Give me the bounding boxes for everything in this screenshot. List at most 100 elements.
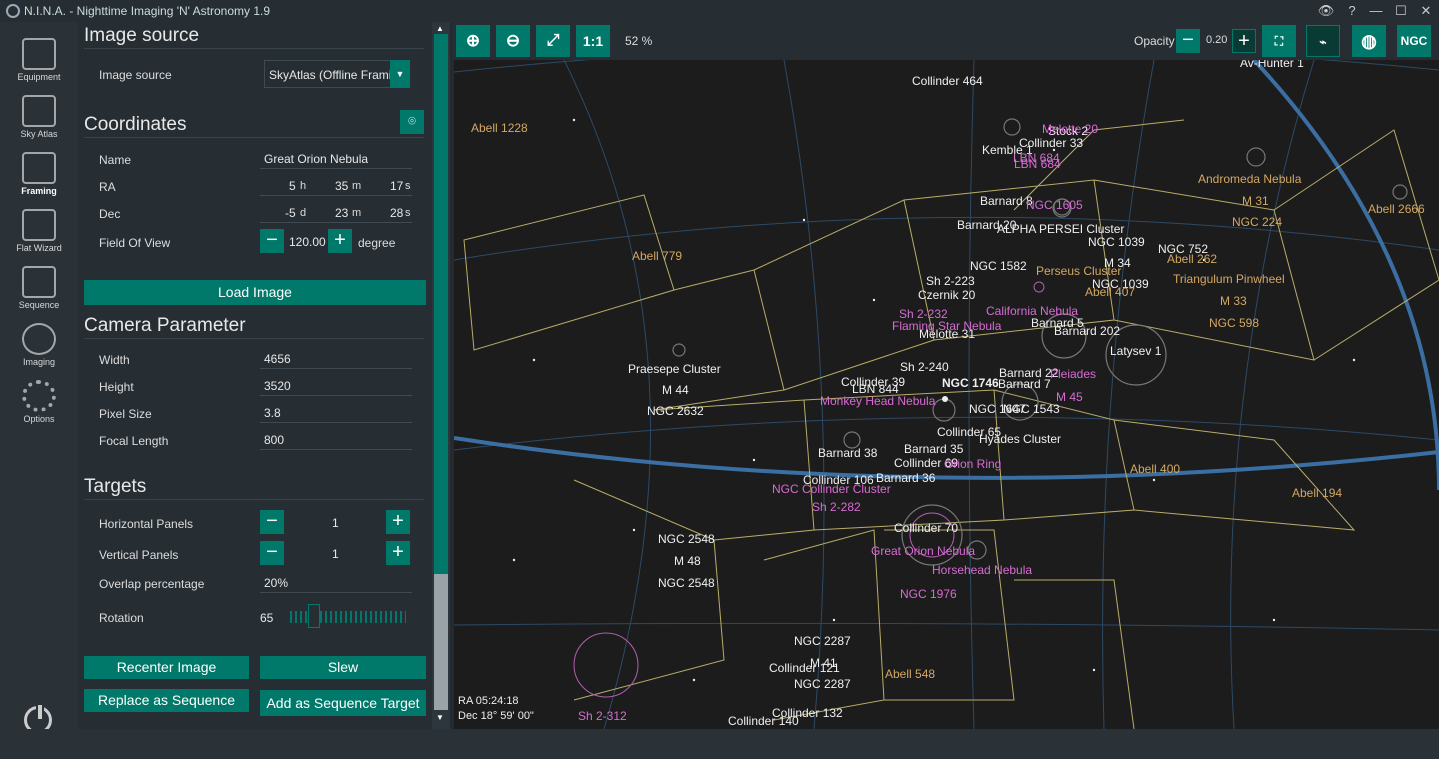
sky-label[interactable]: Collinder 140 <box>728 714 799 728</box>
height-field[interactable]: 3520 <box>264 379 291 393</box>
sky-label[interactable]: Flaming Star Nebula <box>892 319 1001 333</box>
sky-label[interactable]: Andromeda Nebula <box>1198 172 1301 186</box>
constellation-lines-icon[interactable]: ⌁ <box>1306 25 1340 57</box>
sky-label[interactable]: NGC 2287 <box>794 634 851 648</box>
add-as-sequence-target-button[interactable]: Add as Sequence Target <box>260 690 426 716</box>
sky-label[interactable]: ALPHA PERSEI Cluster <box>997 222 1124 236</box>
sky-label[interactable]: NGC 1605 <box>1026 198 1083 212</box>
sky-label[interactable]: Melotte 20 <box>1042 122 1098 136</box>
width-field[interactable]: 4656 <box>264 352 291 366</box>
sky-label[interactable]: LBN 684 <box>1014 157 1061 171</box>
sky-label[interactable]: Barnard 35 <box>904 442 963 456</box>
slew-button[interactable]: Slew <box>260 656 426 679</box>
constellation-boundary-icon[interactable]: ⛶ <box>1262 25 1296 57</box>
vpanels-decrease-button[interactable]: − <box>260 541 284 565</box>
maximize-button[interactable]: ☐ <box>1390 2 1412 20</box>
sky-label[interactable]: M 48 <box>674 554 701 568</box>
sky-label[interactable]: Barnard 202 <box>1054 324 1120 338</box>
dec-minutes-field[interactable]: 23 <box>335 206 348 220</box>
sky-label[interactable]: NGC 2287 <box>794 677 851 691</box>
sky-label[interactable]: NGC 598 <box>1209 316 1259 330</box>
opacity-decrease-button[interactable]: − <box>1176 29 1200 53</box>
chevron-down-icon[interactable]: ▼ <box>390 60 410 88</box>
sky-label[interactable]: Latysev 1 <box>1110 344 1161 358</box>
overlap-field[interactable]: 20% <box>264 576 288 590</box>
hpanels-field[interactable]: 1 <box>332 516 339 530</box>
sky-label[interactable]: Sh 2-312 <box>578 709 627 723</box>
ra-seconds-field[interactable]: 17 <box>390 179 403 193</box>
sky-label[interactable]: NGC 1039 <box>1088 235 1145 249</box>
sky-label[interactable]: NGC 2548 <box>658 576 715 590</box>
sky-label[interactable]: Barnard 8 <box>980 194 1033 208</box>
sky-label[interactable]: Abell 194 <box>1292 486 1342 500</box>
sidebar-item-flat-wizard[interactable]: Flat Wizard <box>0 207 78 263</box>
close-button[interactable]: ✕ <box>1415 2 1437 20</box>
dec-degrees-field[interactable]: -5 <box>285 206 296 220</box>
fov-increase-button[interactable]: + <box>328 229 352 253</box>
scroll-down-icon[interactable]: ▼ <box>436 713 444 722</box>
replace-as-sequence-button[interactable]: Replace as Sequence <box>84 689 249 712</box>
dec-seconds-field[interactable]: 28 <box>390 206 403 220</box>
image-source-select[interactable]: SkyAtlas (Offline Framing) <box>264 60 410 88</box>
sky-label[interactable]: M 44 <box>662 383 689 397</box>
sky-label[interactable]: Abell 262 <box>1167 252 1217 266</box>
sidebar-item-equipment[interactable]: Equipment <box>0 36 78 92</box>
ra-minutes-field[interactable]: 35 <box>335 179 348 193</box>
fit-icon[interactable]: ⤢ <box>536 25 570 57</box>
sky-label[interactable]: Av-Hunter 1 <box>1240 60 1304 70</box>
fov-decrease-button[interactable]: − <box>260 229 284 253</box>
sky-label[interactable]: Horsehead Nebula <box>932 563 1032 577</box>
sky-label[interactable]: NGC 1746 <box>942 376 999 390</box>
sky-label[interactable]: Pleiades <box>1050 367 1096 381</box>
one-to-one-button[interactable]: 1:1 <box>576 25 610 57</box>
pixel-size-field[interactable]: 3.8 <box>264 406 281 420</box>
sky-label[interactable]: Monkey Head Nebula <box>820 394 935 408</box>
sky-label[interactable]: Praesepe Cluster <box>628 362 721 376</box>
sky-label[interactable]: NGC 1543 <box>1003 402 1060 416</box>
help-button[interactable]: ? <box>1341 2 1363 20</box>
minimize-button[interactable]: — <box>1365 2 1387 20</box>
sky-label[interactable]: NGC 2632 <box>647 404 704 418</box>
eye-icon[interactable]: 👁 <box>1315 2 1337 20</box>
sky-label[interactable]: Great Orion Nebula <box>871 544 975 558</box>
sidebar-item-imaging[interactable]: Imaging <box>0 321 78 377</box>
scroll-up-icon[interactable]: ▲ <box>436 24 444 33</box>
opacity-field[interactable]: 0.20 <box>1206 34 1227 46</box>
rotation-slider-thumb[interactable] <box>308 604 320 628</box>
sky-label[interactable]: Abell 400 <box>1130 462 1180 476</box>
vpanels-field[interactable]: 1 <box>332 547 339 561</box>
sky-label[interactable]: Triangulum Pinwheel <box>1173 272 1285 286</box>
zoom-in-icon[interactable]: ⊕ <box>456 25 490 57</box>
sky-label[interactable]: Sh 2-282 <box>812 500 861 514</box>
sky-label[interactable]: NGC 1582 <box>970 259 1027 273</box>
sky-label[interactable]: Collinder 121 <box>769 661 840 675</box>
sky-label[interactable]: M 33 <box>1220 294 1247 308</box>
zoom-out-icon[interactable]: ⊖ <box>496 25 530 57</box>
focal-length-field[interactable]: 800 <box>264 433 284 447</box>
location-pin-icon[interactable]: ⌾ <box>400 110 424 134</box>
sky-label[interactable]: M 31 <box>1242 194 1269 208</box>
sky-label[interactable]: Abell 1228 <box>471 121 528 135</box>
sky-label[interactable]: Barnard 7 <box>998 377 1051 391</box>
sky-map[interactable]: Collinder 464 Av-Hunter 1 Collinder 33 K… <box>454 60 1439 729</box>
sidebar-item-options[interactable]: Options <box>0 378 78 434</box>
vpanels-increase-button[interactable]: + <box>386 541 410 565</box>
hpanels-decrease-button[interactable]: − <box>260 510 284 534</box>
ngc-toggle-button[interactable]: NGC <box>1397 25 1431 57</box>
sky-label[interactable]: NGC 2548 <box>658 532 715 546</box>
sidebar-item-sequence[interactable]: Sequence <box>0 264 78 320</box>
scrollbar-track[interactable] <box>434 34 448 574</box>
sky-label[interactable]: Czernik 20 <box>918 288 975 302</box>
sky-label[interactable]: NGC 1976 <box>900 587 957 601</box>
opacity-increase-button[interactable]: + <box>1232 29 1256 53</box>
sky-label[interactable]: Collinder 70 <box>894 521 958 535</box>
sky-label[interactable]: Abell 407 <box>1085 285 1135 299</box>
sky-label[interactable]: Sh 2-223 <box>926 274 975 288</box>
sidebar-item-sky-atlas[interactable]: Sky Atlas <box>0 93 78 149</box>
globe-icon[interactable]: ◍ <box>1352 25 1386 57</box>
sky-label[interactable]: M 45 <box>1056 390 1083 404</box>
ra-hours-field[interactable]: 5 <box>289 179 296 193</box>
sky-label[interactable]: Abell 548 <box>885 667 935 681</box>
hpanels-increase-button[interactable]: + <box>386 510 410 534</box>
sky-label[interactable]: Perseus Cluster <box>1036 264 1121 278</box>
